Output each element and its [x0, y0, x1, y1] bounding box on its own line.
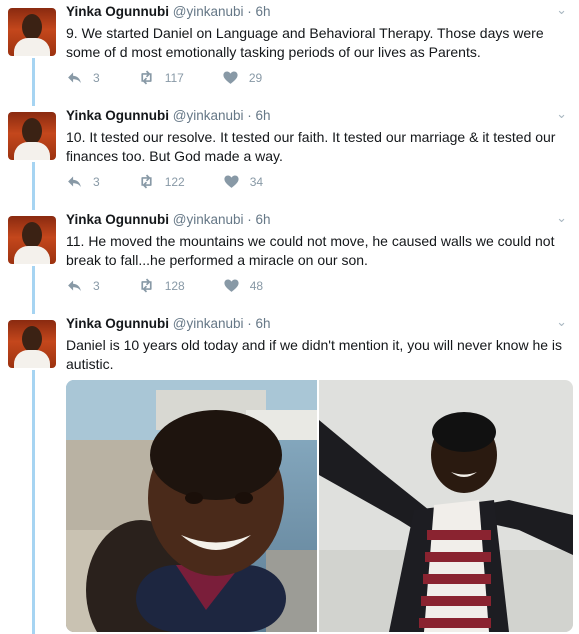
tweet[interactable]: Yinka Ogunnubi @yinkanubi · 6h ⌄ 11. He … — [0, 210, 579, 312]
retweet-count: 122 — [164, 174, 185, 189]
author-name[interactable]: Yinka Ogunnubi — [66, 212, 169, 227]
separator: · — [247, 108, 252, 123]
timestamp[interactable]: 6h — [256, 212, 271, 227]
tweet-header: Yinka Ogunnubi @yinkanubi · 6h — [66, 316, 271, 331]
reply-count: 3 — [93, 70, 100, 85]
avatar[interactable] — [8, 112, 56, 160]
retweet-button[interactable]: 128 — [138, 277, 185, 294]
chevron-down-icon[interactable]: ⌄ — [556, 106, 567, 122]
retweet-button[interactable]: 122 — [138, 173, 185, 190]
chevron-down-icon[interactable]: ⌄ — [556, 210, 567, 226]
like-icon — [224, 279, 239, 292]
separator: · — [247, 316, 252, 331]
author-handle[interactable]: @yinkanubi — [173, 316, 244, 331]
photo-left-art — [66, 380, 317, 632]
timestamp[interactable]: 6h — [256, 316, 271, 331]
avatar[interactable] — [8, 320, 56, 368]
retweet-button[interactable]: 117 — [138, 69, 184, 86]
like-button[interactable]: 29 — [222, 69, 262, 86]
reply-count: 3 — [93, 278, 100, 293]
photo-right-art — [319, 380, 573, 632]
reply-button[interactable]: 3 — [66, 173, 100, 190]
retweet-icon — [141, 70, 152, 85]
author-name[interactable]: Yinka Ogunnubi — [66, 4, 169, 19]
like-count: 48 — [249, 278, 264, 293]
like-button[interactable]: 34 — [223, 173, 263, 190]
tweet-header: Yinka Ogunnubi @yinkanubi · 6h — [66, 4, 271, 19]
tweet-actions: 3 122 34 — [66, 173, 301, 190]
reply-icon — [68, 72, 81, 84]
separator: · — [247, 4, 252, 19]
tweet[interactable]: Yinka Ogunnubi @yinkanubi · 6h ⌄ 10. It … — [0, 106, 579, 208]
retweet-count: 117 — [164, 70, 184, 85]
tweet-actions: 3 128 48 — [66, 277, 301, 294]
author-handle[interactable]: @yinkanubi — [173, 4, 244, 19]
timestamp[interactable]: 6h — [256, 4, 271, 19]
author-handle[interactable]: @yinkanubi — [173, 108, 244, 123]
reply-icon — [68, 280, 81, 292]
reply-button[interactable]: 3 — [66, 69, 100, 86]
like-count: 34 — [249, 174, 264, 189]
reply-count: 3 — [93, 174, 100, 189]
retweet-count: 128 — [164, 278, 185, 293]
retweet-icon — [141, 278, 152, 293]
avatar[interactable] — [8, 8, 56, 56]
author-handle[interactable]: @yinkanubi — [173, 212, 244, 227]
tweet-actions: 3 117 29 — [66, 69, 300, 86]
tweet-text: Daniel is 10 years old today and if we d… — [66, 337, 563, 372]
author-name[interactable]: Yinka Ogunnubi — [66, 108, 169, 123]
reply-button[interactable]: 3 — [66, 277, 100, 294]
tweet-text: 9. We started Daniel on Language and Beh… — [66, 25, 544, 60]
timestamp[interactable]: 6h — [256, 108, 271, 123]
avatar[interactable] — [8, 216, 56, 264]
tweet-header: Yinka Ogunnubi @yinkanubi · 6h — [66, 212, 271, 227]
author-name[interactable]: Yinka Ogunnubi — [66, 316, 169, 331]
tweet-text: 10. It tested our resolve. It tested our… — [66, 129, 556, 164]
chevron-down-icon[interactable]: ⌄ — [556, 2, 567, 18]
reply-icon — [68, 176, 81, 188]
tweet-header: Yinka Ogunnubi @yinkanubi · 6h — [66, 108, 271, 123]
separator: · — [247, 212, 252, 227]
tweet-text: 11. He moved the mountains we could not … — [66, 233, 555, 268]
photo-boy-arms-outstretched[interactable] — [319, 380, 573, 632]
chevron-down-icon[interactable]: ⌄ — [556, 314, 567, 330]
retweet-icon — [141, 174, 152, 189]
like-icon — [224, 175, 239, 188]
like-button[interactable]: 48 — [223, 277, 263, 294]
tweet[interactable]: Yinka Ogunnubi @yinkanubi · 6h ⌄ 9. We s… — [0, 2, 579, 104]
tweet-media — [66, 380, 573, 632]
photo-boy-smiling-marina[interactable] — [66, 380, 317, 632]
like-count: 29 — [248, 70, 263, 85]
like-icon — [223, 71, 238, 84]
